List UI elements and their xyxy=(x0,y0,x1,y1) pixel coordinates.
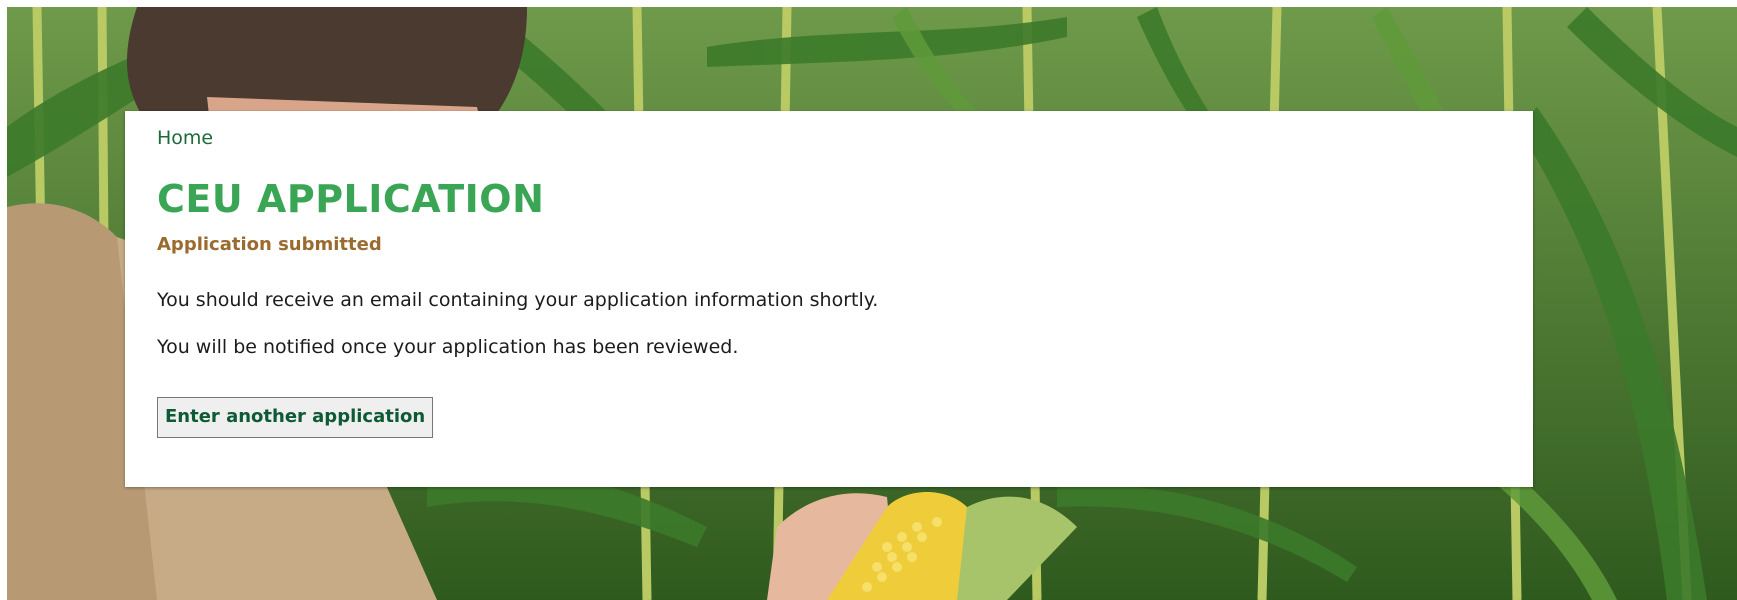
breadcrumb-home-link[interactable]: Home xyxy=(157,125,213,151)
confirmation-panel: Home CEU APPLICATION Application submitt… xyxy=(125,111,1533,487)
status-heading: Application submitted xyxy=(157,234,382,255)
enter-another-application-button[interactable]: Enter another application xyxy=(157,397,434,438)
page-title: CEU APPLICATION xyxy=(157,177,545,221)
email-notice-text: You should receive an email containing y… xyxy=(157,289,879,311)
review-notice-text: You will be notified once your applicati… xyxy=(157,336,739,358)
